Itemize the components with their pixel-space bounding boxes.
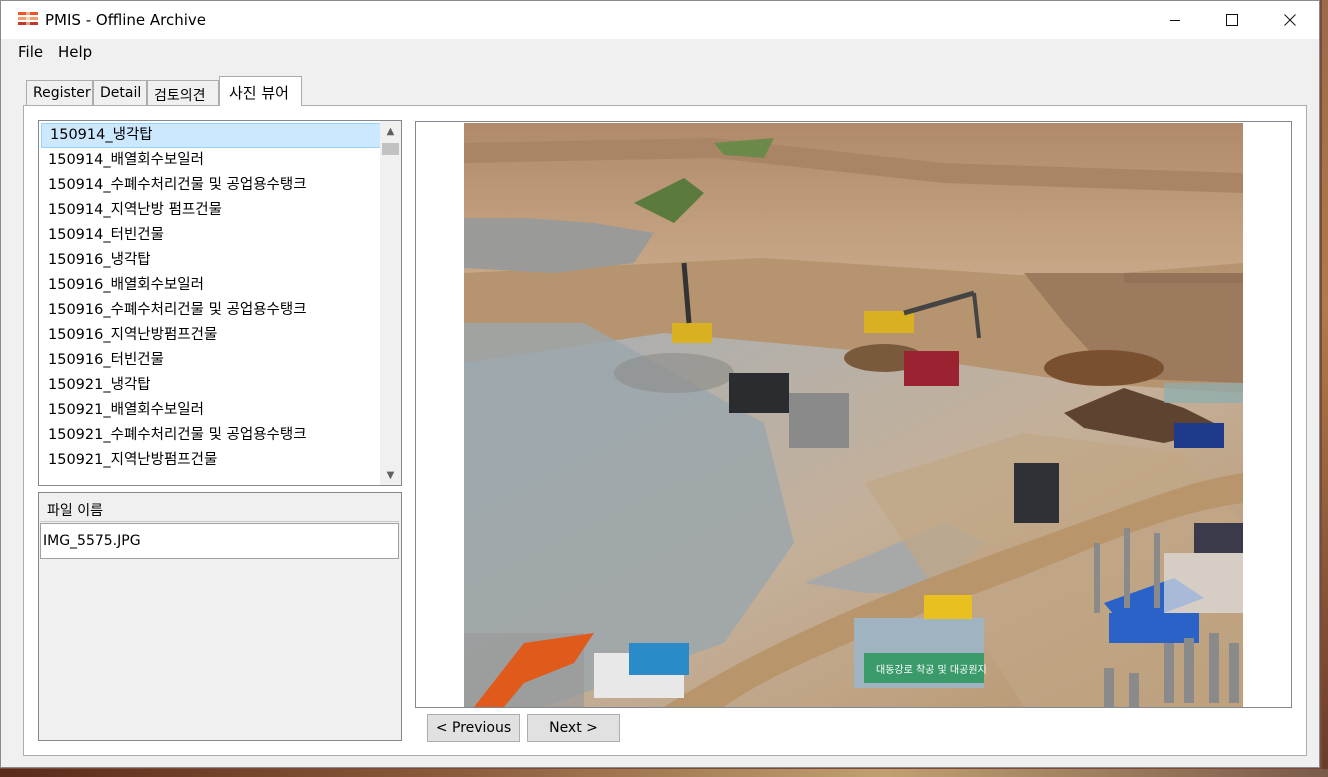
maximize-icon: [1226, 14, 1238, 26]
maximize-button[interactable]: [1203, 1, 1261, 39]
list-item[interactable]: 150914_지역난방 펌프건물: [40, 198, 384, 223]
menu-file[interactable]: File: [18, 43, 43, 61]
list-item[interactable]: 150914_배열회수보일러: [40, 148, 384, 173]
next-button[interactable]: Next >: [527, 714, 620, 742]
list-item[interactable]: 150921_냉각탑: [40, 373, 384, 398]
list-item[interactable]: 150916_터빈건물: [40, 348, 384, 373]
window-title: PMIS - Offline Archive: [45, 11, 206, 29]
photo-viewer: 대동강로 착공 및 대공원지: [415, 121, 1292, 708]
folder-listbox[interactable]: 150914_냉각탑 150914_배열회수보일러 150914_수폐수처리건물 및…: [38, 120, 402, 486]
tab-photo-viewer[interactable]: 사진 뷰어: [219, 76, 302, 106]
file-grid: 파일 이름 IMG_5575.JPG: [38, 492, 402, 741]
construction-site-photo: 대동강로 착공 및 대공원지: [464, 123, 1243, 707]
app-icon: [18, 11, 38, 27]
list-item[interactable]: 150914_냉각탑: [41, 123, 384, 148]
minimize-button[interactable]: [1146, 1, 1204, 39]
list-item[interactable]: 150914_수폐수처리건물 및 공업용수탱크: [40, 173, 384, 198]
folder-list: 150914_냉각탑 150914_배열회수보일러 150914_수폐수처리건물 및…: [40, 123, 384, 473]
desktop-background: [1322, 0, 1328, 777]
minimize-icon: [1170, 20, 1180, 21]
list-item[interactable]: 150921_지역난방펌프건물: [40, 448, 384, 473]
vertical-scrollbar[interactable]: ▲ ▼: [380, 121, 401, 485]
list-item[interactable]: 150916_지역난방펌프건물: [40, 323, 384, 348]
list-item[interactable]: 150916_수폐수처리건물 및 공업용수탱크: [40, 298, 384, 323]
list-item[interactable]: 150916_배열회수보일러: [40, 273, 384, 298]
menu-bar: File Help: [1, 39, 1319, 65]
list-item[interactable]: 150916_냉각탑: [40, 248, 384, 273]
file-name-column-header[interactable]: 파일 이름: [40, 494, 399, 522]
close-icon: [1284, 14, 1296, 26]
list-item[interactable]: 150921_수폐수처리건물 및 공업용수탱크: [40, 423, 384, 448]
file-row[interactable]: IMG_5575.JPG: [40, 523, 399, 559]
app-window: PMIS - Offline Archive File Help Registe…: [0, 0, 1320, 768]
list-item[interactable]: 150914_터빈건물: [40, 223, 384, 248]
list-item[interactable]: 150921_배열회수보일러: [40, 398, 384, 423]
desktop-background-bottom: [0, 769, 1328, 777]
tab-register[interactable]: Register: [26, 80, 93, 105]
menu-help[interactable]: Help: [58, 43, 92, 61]
previous-button[interactable]: < Previous: [427, 714, 520, 742]
scrollbar-thumb[interactable]: [382, 143, 399, 155]
tab-review-comments[interactable]: 검토의견: [147, 80, 219, 105]
close-button[interactable]: [1261, 1, 1319, 39]
scroll-up-icon[interactable]: ▲: [380, 121, 401, 141]
title-bar[interactable]: PMIS - Offline Archive: [1, 1, 1319, 39]
site-banner-text: 대동강로 착공 및 대공원지: [876, 664, 987, 676]
tab-detail[interactable]: Detail: [93, 80, 147, 105]
scroll-down-icon[interactable]: ▼: [380, 465, 401, 485]
